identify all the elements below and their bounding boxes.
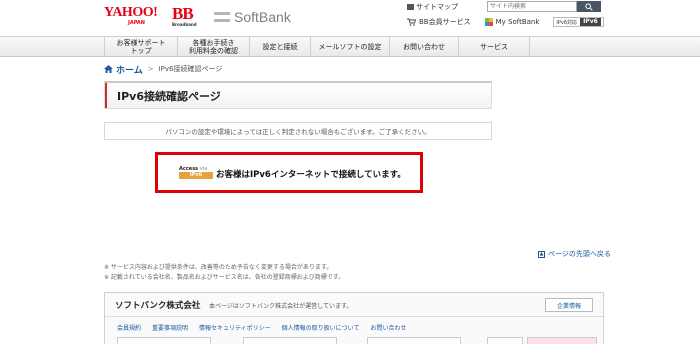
footer-link-important-notes[interactable]: 重要事項説明: [152, 323, 188, 332]
nav-mail-settings[interactable]: メールソフトの設定: [310, 37, 389, 56]
bb-logo-text: BB: [172, 4, 194, 23]
note-item: ※ 記載されている会社名、製品名およびサービス名は、各社の登録商標および商標です…: [104, 274, 345, 281]
corporate-footer: ソフトバンク株式会社 本ページはソフトバンク株式会社が運営しています。 企業情報…: [104, 292, 604, 344]
site-search: [487, 1, 601, 12]
nav-mail-settings-label: メールソフトの設定: [318, 42, 382, 51]
footer-link-privacy[interactable]: 個人情報の取り扱いについて: [282, 323, 360, 332]
disclaimer-notes: ※ サービス内容および提供条件は、改善等のため予告なく変更する場合があります。 …: [104, 263, 344, 283]
footer-link-contact[interactable]: お問い合わせ: [371, 323, 407, 332]
page-title-box: IPv6接続確認ページ: [104, 81, 492, 109]
page-top-label: ページの先頭へ戻る: [548, 250, 611, 258]
nav-support-top-line1: お客様サポート: [116, 38, 166, 47]
utility-links: サイトマップ: [407, 2, 458, 12]
nav-services-label: サービス: [480, 42, 508, 51]
service-links: BB会員サービス My SoftBank IPv6対応 IPv6: [407, 16, 604, 28]
global-nav: お客様サポート トップ 各種お手続き 利用料金の確認 設定と接続 メールソフトの設定…: [0, 36, 700, 57]
home-icon: [104, 65, 113, 73]
note-item: ※ サービス内容および提供条件は、改善等のため予告なく変更する場合があります。: [104, 264, 333, 271]
my-softbank-label: My SoftBank: [495, 18, 540, 26]
yahoo-logo-text: YAHOO!: [104, 5, 158, 20]
corp-name: ソフトバンク株式会社: [115, 301, 201, 311]
bb-logo[interactable]: BB Broadband: [172, 4, 212, 30]
footer-banners: [117, 337, 597, 344]
search-button[interactable]: [577, 1, 601, 12]
page-top-link[interactable]: ▲ ページの先頭へ戻る: [538, 249, 611, 259]
breadcrumb-current: IPv6接続確認ページ: [158, 65, 223, 73]
footer-link-security-policy[interactable]: 情報セキュリティポリシー: [199, 323, 271, 332]
nav-procedures-line2: 利用料金の確認: [189, 46, 238, 55]
footer-banner[interactable]: [527, 337, 597, 344]
notice-text: パソコンの設定や環境によっては正しく判定されない場合もございます。ご了承ください…: [165, 128, 431, 136]
nav-support-top-line2: トップ: [130, 46, 152, 55]
ipv6-support-badge[interactable]: IPv6対応 IPv6: [553, 17, 604, 27]
title-accent-bar: [105, 83, 107, 108]
nav-contact-label: お問い合わせ: [403, 42, 445, 51]
sitemap-icon: [407, 4, 414, 10]
search-input[interactable]: [487, 1, 577, 12]
bb-member-service-link[interactable]: BB会員サービス: [407, 17, 471, 27]
ipv6-result-box: Access via IPv6 お客様はIPv6インターネットで接続しています。: [155, 152, 423, 193]
yahoo-logo-sub: JAPAN: [128, 20, 145, 26]
footer-divider: [105, 316, 603, 317]
site-header: YAHOO! JAPAN BB Broadband SoftBank サイトマッ…: [0, 0, 700, 35]
nav-support-top[interactable]: お客様サポート トップ: [104, 37, 177, 56]
footer-banner[interactable]: [367, 337, 461, 344]
sitemap-link[interactable]: サイトマップ: [407, 2, 458, 12]
nav-procedures[interactable]: 各種お手続き 利用料金の確認: [177, 37, 249, 56]
yahoo-bb-logo[interactable]: YAHOO! JAPAN: [104, 6, 174, 30]
arrow-up-icon: ▲: [538, 250, 545, 258]
ipv6-result-text: お客様はIPv6インターネットで接続しています。: [216, 170, 406, 180]
nav-procedures-line1: 各種お手続き: [192, 38, 235, 47]
footer-banner[interactable]: [117, 337, 211, 344]
search-icon: [585, 2, 593, 11]
my-softbank-link[interactable]: My SoftBank: [484, 18, 540, 26]
breadcrumb-separator: >: [147, 65, 154, 73]
ipv6-badge-text: IPv6: [580, 18, 601, 26]
bb-logo-sub: Broadband: [172, 22, 197, 27]
access-logo-bottom: IPv6: [179, 172, 213, 179]
page-title: IPv6接続確認ページ: [117, 90, 221, 103]
ipv6-support-label: IPv6対応: [556, 19, 578, 26]
access-via-ipv6-logo: Access via IPv6: [179, 166, 213, 180]
footer-banner[interactable]: [243, 337, 337, 344]
breadcrumb-home-link[interactable]: ホーム: [116, 63, 143, 76]
nav-setup-connection-label: 設定と接続: [262, 42, 298, 51]
cart-icon: [407, 18, 416, 26]
corp-description: 本ページはソフトバンク株式会社が運営しています。: [209, 303, 353, 310]
footer-banner[interactable]: [487, 337, 523, 344]
my-softbank-icon: [484, 18, 493, 26]
notice-box: パソコンの設定や環境によっては正しく判定されない場合もございます。ご了承ください…: [104, 122, 492, 140]
footer-links: 会員規約 重要事項説明 情報セキュリティポリシー 個人情報の取り扱いについて お…: [117, 323, 418, 332]
softbank-mark-icon: [214, 12, 230, 22]
softbank-logo-text: SoftBank: [234, 9, 291, 25]
nav-setup-connection[interactable]: 設定と接続: [249, 37, 310, 56]
corp-info-button[interactable]: 企業情報: [545, 298, 593, 312]
softbank-logo[interactable]: SoftBank: [214, 9, 291, 25]
footer-link-terms[interactable]: 会員規約: [117, 323, 141, 332]
nav-contact[interactable]: お問い合わせ: [389, 37, 458, 56]
nav-services[interactable]: サービス: [458, 37, 530, 56]
sitemap-label: サイトマップ: [416, 3, 458, 11]
bb-member-service-label: BB会員サービス: [419, 18, 471, 26]
breadcrumb: ホーム > IPv6接続確認ページ: [104, 63, 223, 76]
